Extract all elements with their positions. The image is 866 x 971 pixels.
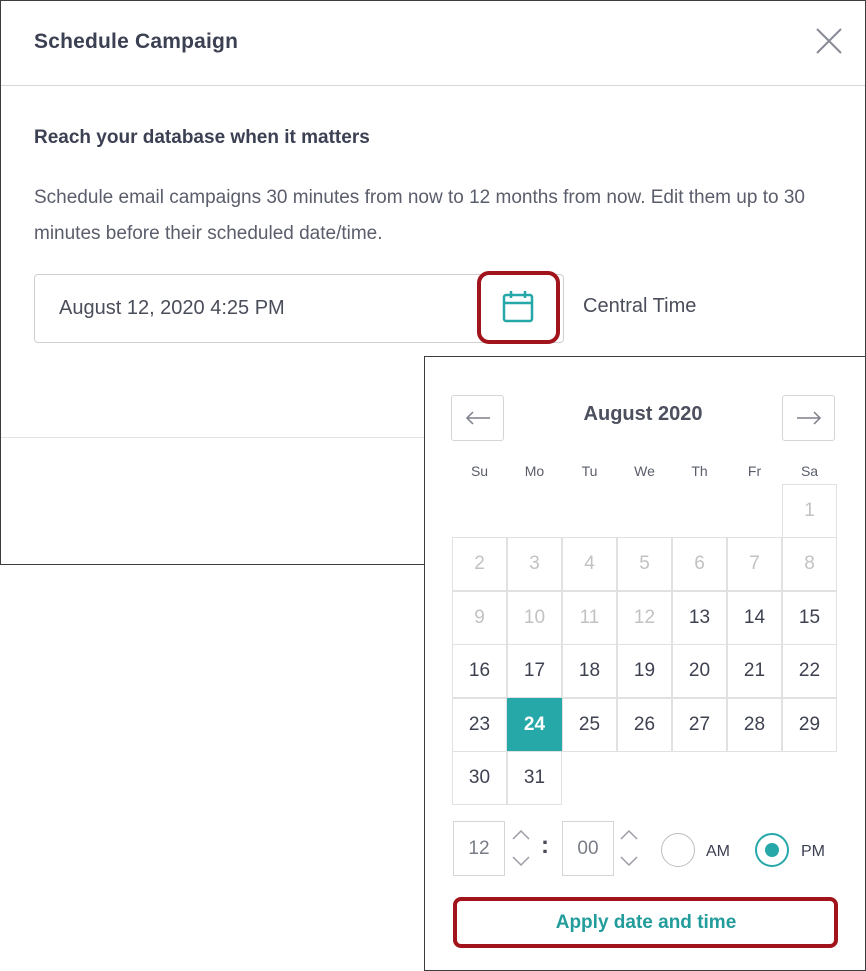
calendar-day[interactable]: 19	[617, 644, 672, 698]
time-separator: :	[541, 832, 549, 859]
calendar-day: 3	[507, 537, 562, 591]
calendar-day: 6	[672, 537, 727, 591]
weekday-label: Tu	[581, 463, 598, 479]
description-text: Schedule email campaigns 30 minutes from…	[34, 187, 805, 244]
hour-increment-chevron-up-icon[interactable]	[509, 827, 533, 843]
pm-radio[interactable]	[755, 833, 789, 867]
calendar-day[interactable]: 13	[672, 591, 727, 645]
calendar-day: 1	[782, 484, 837, 538]
pm-label: PM	[801, 843, 825, 860]
prev-month-button[interactable]	[451, 395, 504, 441]
section-heading: Reach your database when it matters	[34, 127, 370, 148]
calendar-day[interactable]: 27	[672, 698, 727, 752]
minute-decrement-chevron-down-icon[interactable]	[617, 853, 641, 869]
calendar-button[interactable]	[501, 289, 535, 325]
calendar-day[interactable]: 22	[782, 644, 837, 698]
close-icon	[816, 28, 842, 54]
hour-decrement-chevron-down-icon[interactable]	[509, 853, 533, 869]
calendar-day[interactable]: 23	[452, 698, 507, 752]
weekday-label: We	[634, 463, 655, 479]
hour-input[interactable]: 12	[453, 821, 505, 876]
modal-title: Schedule Campaign	[34, 30, 239, 53]
minute-input[interactable]: 00	[562, 821, 614, 876]
modal-header: Schedule Campaign	[1, 1, 865, 86]
calendar-day: 11	[562, 591, 617, 645]
calendar-day[interactable]: 17	[507, 644, 562, 698]
calendar-day[interactable]: 31	[507, 751, 562, 805]
calendar-icon	[502, 291, 534, 323]
calendar-day[interactable]: 25	[562, 698, 617, 752]
timezone-label: Central Time	[583, 295, 697, 317]
calendar-day: 10	[507, 591, 562, 645]
close-button[interactable]	[813, 25, 845, 57]
calendar-day[interactable]: 26	[617, 698, 672, 752]
weekday-label: Su	[470, 463, 489, 479]
am-label: AM	[706, 843, 730, 860]
arrow-left-icon	[465, 411, 490, 425]
calendar-day[interactable]: 14	[727, 591, 782, 645]
calendar-day: 5	[617, 537, 672, 591]
calendar-day[interactable]: 16	[452, 644, 507, 698]
month-label: August 2020	[583, 403, 703, 425]
calendar-day[interactable]: 30	[452, 751, 507, 805]
minute-increment-chevron-up-icon[interactable]	[617, 827, 641, 843]
weekday-label: Fr	[747, 463, 762, 479]
calendar-day[interactable]: 21	[727, 644, 782, 698]
calendar-day: 9	[452, 591, 507, 645]
weekday-label: Mo	[524, 463, 545, 479]
weekday-label: Sa	[800, 463, 819, 479]
apply-date-time-button[interactable]: Apply date and time	[461, 904, 831, 941]
calendar-day[interactable]: 15	[782, 591, 837, 645]
calendar-day[interactable]: 29	[782, 698, 837, 752]
calendar-day: 8	[782, 537, 837, 591]
arrow-right-icon	[796, 411, 821, 425]
date-picker-popover: August 2020 Su Mo Tu We Th Fr Sa 1 2 3 4 5 6 7 8 9 10 11…	[424, 356, 866, 971]
calendar-day[interactable]: 18	[562, 644, 617, 698]
calendar-day[interactable]: 28	[727, 698, 782, 752]
calendar-day: 7	[727, 537, 782, 591]
calendar-day: 12	[617, 591, 672, 645]
next-month-button[interactable]	[782, 395, 835, 441]
calendar-day: 2	[452, 537, 507, 591]
am-radio[interactable]	[661, 833, 695, 867]
calendar-day-selected[interactable]: 24	[507, 698, 562, 752]
date-time-value: August 12, 2020 4:25 PM	[59, 297, 285, 319]
weekday-label: Th	[691, 463, 708, 479]
calendar-day: 4	[562, 537, 617, 591]
calendar-day[interactable]: 20	[672, 644, 727, 698]
